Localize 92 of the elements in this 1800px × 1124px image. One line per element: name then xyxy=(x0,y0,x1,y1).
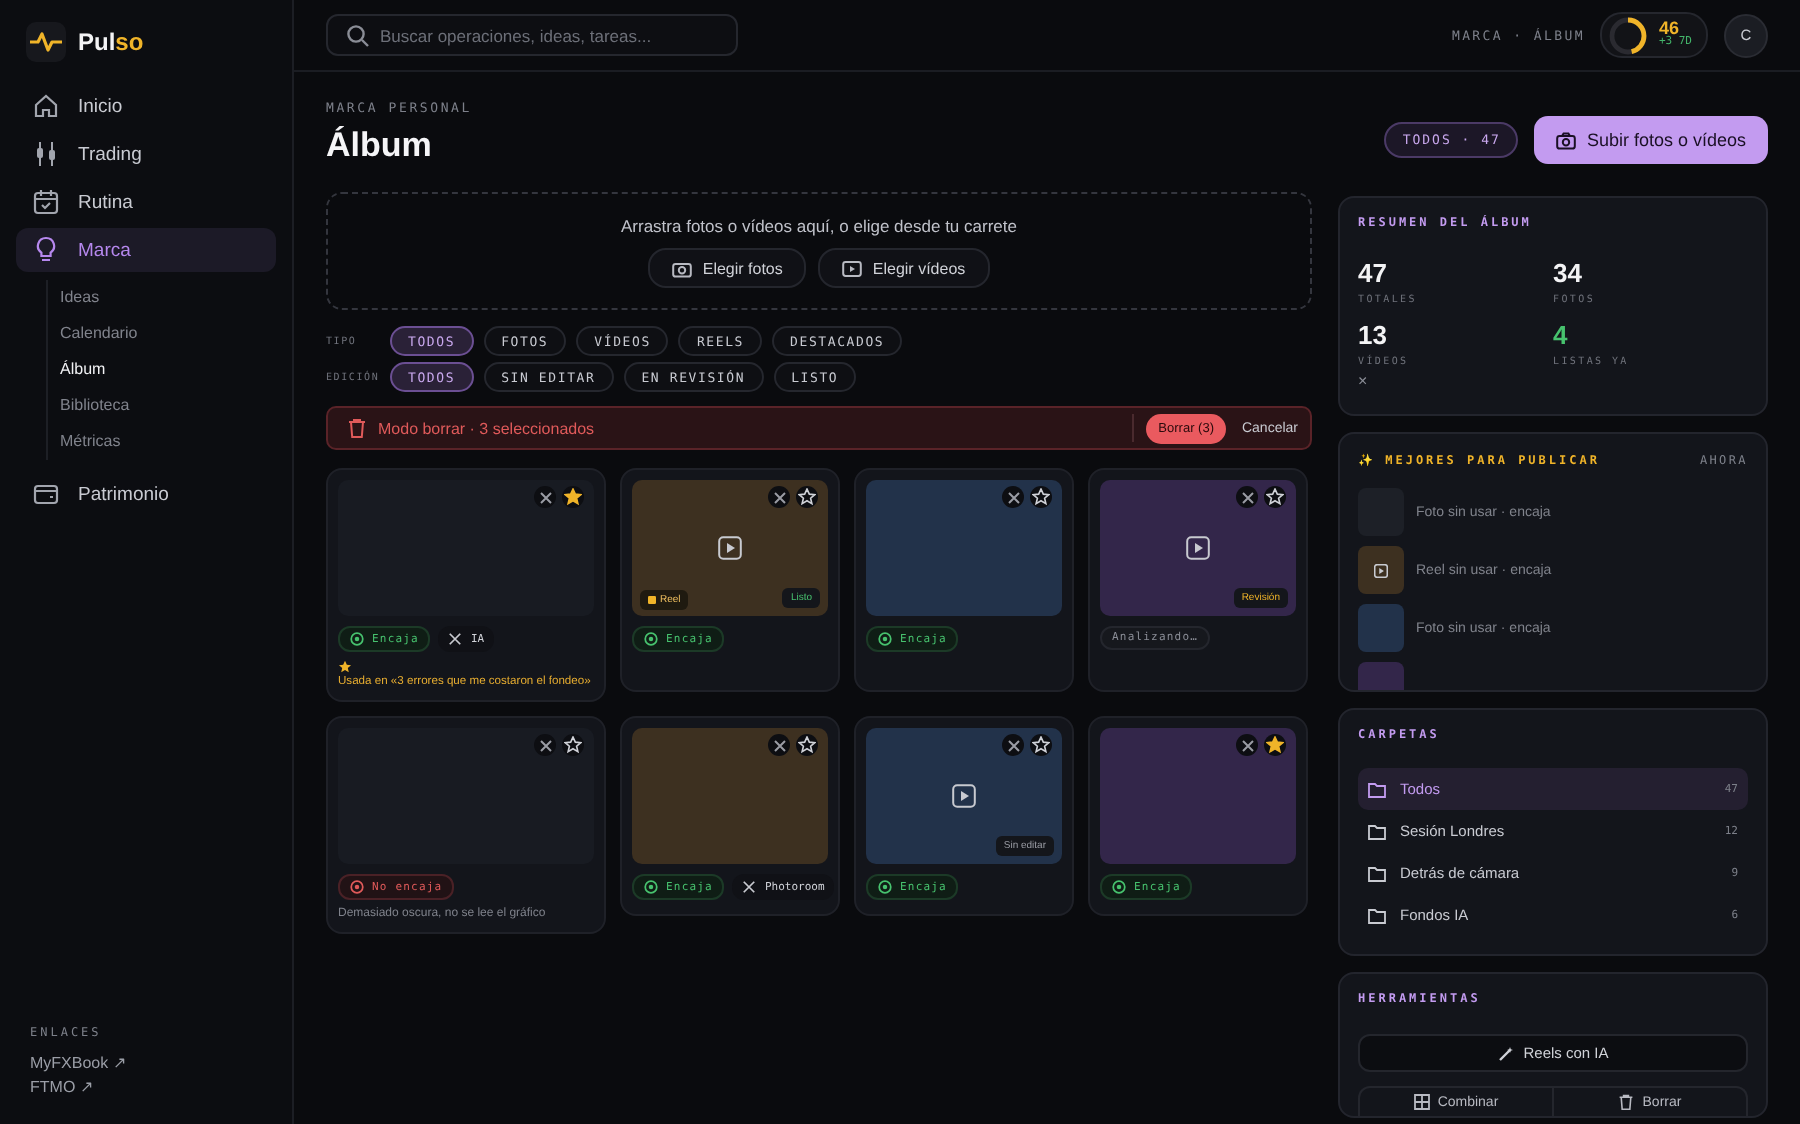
remove-button[interactable] xyxy=(1002,486,1024,508)
cross-icon xyxy=(448,632,463,646)
remove-button[interactable] xyxy=(1236,734,1258,756)
subnav-item[interactable]: Calendario xyxy=(60,316,138,352)
star-icon xyxy=(1266,736,1284,754)
star-button[interactable] xyxy=(1030,734,1052,756)
nav-item[interactable]: Rutina xyxy=(16,180,276,224)
wallet-icon xyxy=(32,480,60,508)
subnav-item[interactable]: Métricas xyxy=(60,424,121,460)
square-icon xyxy=(648,596,656,604)
search-field[interactable]: Buscar operaciones, ideas, tareas... xyxy=(326,14,738,56)
close-icon xyxy=(539,739,551,751)
home-icon xyxy=(32,92,60,120)
remove-button[interactable] xyxy=(768,734,790,756)
close-icon xyxy=(1007,739,1019,751)
stat-value: 47 xyxy=(1358,258,1389,288)
folder-icon xyxy=(1368,781,1386,797)
trash-icon xyxy=(1618,1094,1635,1110)
target-icon xyxy=(878,880,892,894)
stat-value: 4 xyxy=(1553,320,1570,350)
delete-mode-text: Modo borrar · 3 seleccionados xyxy=(378,419,595,437)
star-icon xyxy=(338,660,352,674)
star-button[interactable] xyxy=(1264,486,1286,508)
star-icon xyxy=(798,488,816,506)
close-icon xyxy=(1241,491,1253,503)
play-icon xyxy=(1186,536,1210,560)
remove-button[interactable] xyxy=(1002,734,1024,756)
star-button[interactable] xyxy=(1264,734,1286,756)
pulse-logo-icon xyxy=(26,22,66,62)
target-icon xyxy=(878,632,892,646)
trash-icon xyxy=(348,418,366,438)
video-icon xyxy=(842,259,863,277)
play-icon xyxy=(1374,563,1388,577)
nav-item[interactable]: Trading xyxy=(16,132,276,176)
wand-icon xyxy=(1497,1045,1514,1061)
folder-icon xyxy=(1368,823,1386,839)
target-icon xyxy=(350,632,364,646)
dropzone[interactable]: Arrastra fotos o vídeos aquí, o elige desde tu carrete Elegir fotos Elegir vídeos xyxy=(326,192,1312,310)
nav-item[interactable]: Inicio xyxy=(16,84,276,128)
subnav-item[interactable]: Álbum xyxy=(60,352,106,388)
subnav-item[interactable]: Ideas xyxy=(60,280,100,316)
star-button[interactable] xyxy=(796,486,818,508)
close-icon xyxy=(1241,739,1253,751)
camera-icon xyxy=(672,259,693,277)
target-icon xyxy=(350,880,364,894)
external-link[interactable]: FTMO ↗ xyxy=(30,1078,94,1096)
stat-value: 34 xyxy=(1553,258,1584,288)
star-icon xyxy=(564,736,582,754)
cross-icon xyxy=(742,880,757,894)
star-button[interactable] xyxy=(1030,486,1052,508)
brand-name: Pulso xyxy=(78,28,144,56)
play-icon xyxy=(718,536,742,560)
remove-button[interactable] xyxy=(534,486,556,508)
star-icon xyxy=(1032,488,1050,506)
folder-icon xyxy=(1368,907,1386,923)
score-value: 46 xyxy=(1658,20,1679,39)
remove-button[interactable] xyxy=(534,734,556,756)
camera-icon xyxy=(1556,131,1577,149)
close-icon xyxy=(539,491,551,503)
remove-button[interactable] xyxy=(1236,486,1258,508)
close-icon xyxy=(773,491,785,503)
star-icon xyxy=(1266,488,1284,506)
play-icon xyxy=(952,784,976,808)
nav-item[interactable]: Patrimonio xyxy=(16,472,276,516)
target-icon xyxy=(644,880,658,894)
dismiss-mark[interactable]: × xyxy=(1358,374,1748,390)
candlestick-icon xyxy=(32,140,60,168)
close-icon xyxy=(1007,491,1019,503)
calendar-icon xyxy=(32,188,60,216)
star-button[interactable] xyxy=(562,734,584,756)
star-icon xyxy=(564,488,582,506)
stat-value: 13 xyxy=(1358,320,1389,350)
star-icon xyxy=(798,736,816,754)
external-link[interactable]: MyFXBook ↗ xyxy=(30,1054,127,1072)
folder-icon xyxy=(1368,865,1386,881)
upload-button[interactable]: Subir fotos o vídeos xyxy=(1534,116,1768,164)
subnav-item[interactable]: Biblioteca xyxy=(60,388,130,424)
lightbulb-icon xyxy=(32,236,60,264)
search-icon xyxy=(346,24,370,48)
target-icon xyxy=(644,632,658,646)
remove-button[interactable] xyxy=(768,486,790,508)
close-icon xyxy=(773,739,785,751)
star-button[interactable] xyxy=(796,734,818,756)
choose-button[interactable]: Elegir vídeos xyxy=(818,248,990,288)
choose-button[interactable]: Elegir fotos xyxy=(648,248,807,288)
star-button[interactable] xyxy=(562,486,584,508)
star-icon xyxy=(1032,736,1050,754)
page-title: Álbum xyxy=(326,126,434,166)
grid-icon xyxy=(1413,1094,1430,1110)
nav-item[interactable]: Marca xyxy=(16,228,276,272)
target-icon xyxy=(1112,880,1126,894)
dropzone-text: Arrastra fotos o vídeos aquí, o elige desde tu carrete xyxy=(621,216,1017,236)
